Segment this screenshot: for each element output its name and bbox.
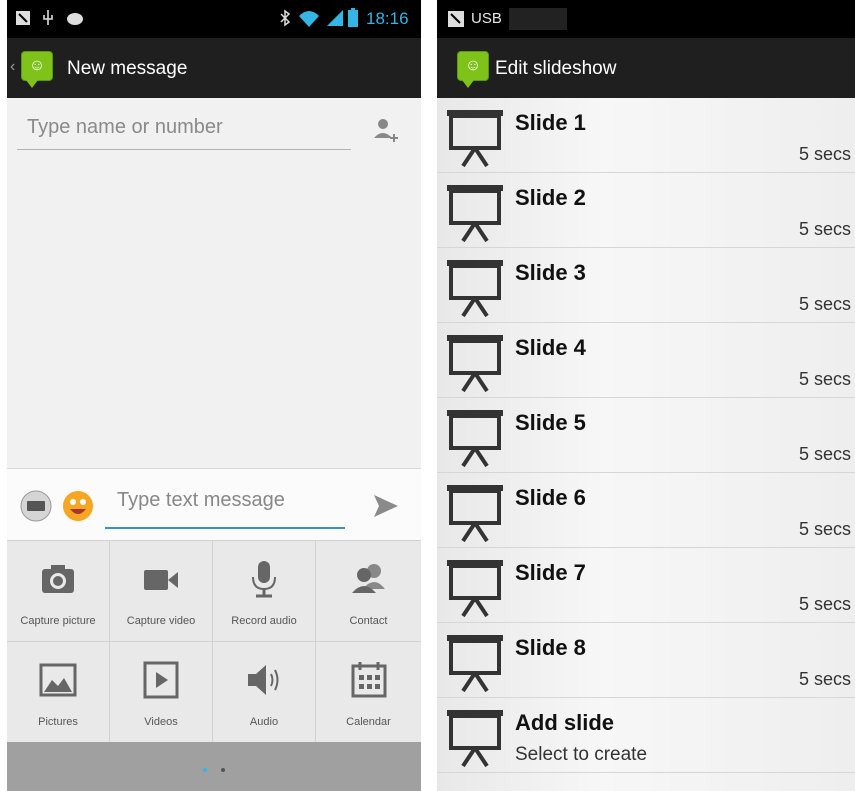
slide-title: Slide 5	[515, 410, 586, 435]
capture-picture-button[interactable]: Capture picture	[7, 541, 110, 642]
page-dot-active	[203, 768, 207, 772]
status-bar: USB	[437, 0, 855, 38]
video-play-icon	[143, 661, 179, 699]
capture-video-label: Capture video	[126, 615, 196, 627]
redacted-block	[509, 8, 567, 30]
slide-duration: 5 secs	[798, 294, 851, 314]
slide-row[interactable]: Slide 3 5 secs	[437, 248, 855, 323]
contact-label: Contact	[349, 615, 388, 627]
edit-slideshow-screen: USB ☺ Edit slideshow Slide 1 5 secs Slid…	[437, 0, 855, 791]
slide-row[interactable]: Slide 8 5 secs	[437, 623, 855, 698]
videos-label: Videos	[144, 716, 178, 728]
slide-title: Slide 6	[515, 485, 586, 510]
slide-title: Slide 1	[515, 110, 586, 135]
audio-label: Audio	[249, 716, 279, 728]
pictures-button[interactable]: Pictures	[7, 642, 110, 743]
record-audio-label: Record audio	[231, 615, 297, 627]
keyboard-icon[interactable]	[19, 489, 53, 523]
new-message-screen: 18:16 ‹ ☺ New message Type name or numbe…	[7, 0, 421, 791]
attachment-grid: Capture picture Capture video Record aud…	[7, 540, 421, 743]
messaging-app-icon[interactable]: ☺	[457, 51, 489, 88]
slide-title: Slide 7	[515, 560, 586, 585]
status-bar: 18:16	[7, 0, 421, 38]
slide-easel-icon	[447, 410, 503, 468]
capture-picture-label: Capture picture	[20, 615, 96, 627]
slide-duration: 5 secs	[798, 669, 851, 689]
videos-button[interactable]: Videos	[110, 642, 213, 743]
message-placeholder: Type text message	[117, 489, 285, 511]
wifi-icon	[299, 11, 319, 27]
slide-easel-icon	[447, 335, 503, 393]
camera-icon	[42, 565, 74, 593]
battery-icon	[348, 8, 358, 27]
contact-icon	[351, 564, 385, 593]
slide-easel-icon	[447, 635, 503, 693]
slide-easel-icon	[447, 560, 503, 618]
slide-duration: 5 secs	[798, 219, 851, 239]
action-bar: ‹ ☺ New message	[7, 38, 421, 98]
recipient-placeholder: Type name or number	[27, 116, 223, 138]
signal-icon	[327, 10, 343, 26]
slide-easel-icon	[447, 710, 503, 768]
calendar-label: Calendar	[346, 716, 391, 728]
video-camera-icon	[144, 570, 178, 590]
compose-bar: Type text message	[7, 468, 421, 540]
recipient-input[interactable]: Type name or number	[17, 116, 351, 150]
slide-title: Slide 3	[515, 260, 586, 285]
back-icon[interactable]: ‹	[10, 58, 15, 76]
page-indicator	[7, 742, 421, 791]
calendar-icon	[351, 662, 386, 698]
capture-video-button[interactable]: Capture video	[110, 541, 213, 642]
slide-row[interactable]: Slide 7 5 secs	[437, 548, 855, 623]
bluetooth-icon	[280, 9, 291, 27]
add-slide-title: Add slide	[515, 710, 615, 735]
slide-duration: 5 secs	[798, 369, 851, 389]
usb-icon	[43, 10, 53, 25]
send-icon[interactable]	[371, 491, 401, 521]
page-dot	[221, 768, 225, 772]
status-text: USB	[471, 10, 502, 27]
slide-duration: 5 secs	[798, 444, 851, 464]
slide-duration: 5 secs	[798, 144, 851, 164]
slide-easel-icon	[447, 485, 503, 543]
android-debug-icon	[67, 13, 83, 25]
page-title: New message	[67, 58, 188, 79]
slide-title: Slide 8	[515, 635, 586, 660]
action-bar: ☺ Edit slideshow	[437, 38, 855, 98]
audio-button[interactable]: Audio	[213, 642, 316, 743]
slide-duration: 5 secs	[798, 519, 851, 539]
calendar-button[interactable]: Calendar	[316, 642, 421, 743]
slide-easel-icon	[447, 110, 503, 168]
slide-easel-icon	[447, 260, 503, 318]
emoji-icon[interactable]	[61, 488, 95, 524]
page-title: Edit slideshow	[495, 58, 617, 79]
messaging-app-icon[interactable]: ☺	[21, 51, 53, 88]
picture-icon	[39, 663, 77, 697]
add-contact-icon[interactable]	[371, 114, 401, 146]
microphone-icon	[252, 561, 276, 598]
add-slide-row[interactable]: Add slide Select to create	[437, 698, 855, 773]
slide-row[interactable]: Slide 6 5 secs	[437, 473, 855, 548]
slide-title: Slide 4	[515, 335, 586, 360]
contact-button[interactable]: Contact	[316, 541, 421, 642]
notification-icon	[16, 11, 30, 25]
speaker-icon	[248, 665, 279, 695]
usb-debug-icon	[448, 11, 464, 27]
record-audio-button[interactable]: Record audio	[213, 541, 316, 642]
slide-row[interactable]: Slide 2 5 secs	[437, 173, 855, 248]
add-slide-subtitle: Select to create	[515, 744, 648, 765]
slide-row[interactable]: Slide 1 5 secs	[437, 98, 855, 173]
slide-list: Slide 1 5 secs Slide 2 5 secs Slide 3 5 …	[437, 98, 855, 791]
status-time: 18:16	[366, 9, 409, 28]
message-input[interactable]: Type text message	[105, 485, 345, 529]
slide-easel-icon	[447, 185, 503, 243]
pictures-label: Pictures	[38, 716, 78, 728]
slide-duration: 5 secs	[798, 594, 851, 614]
slide-title: Slide 2	[515, 185, 586, 210]
slide-row[interactable]: Slide 4 5 secs	[437, 323, 855, 398]
slide-row[interactable]: Slide 5 5 secs	[437, 398, 855, 473]
